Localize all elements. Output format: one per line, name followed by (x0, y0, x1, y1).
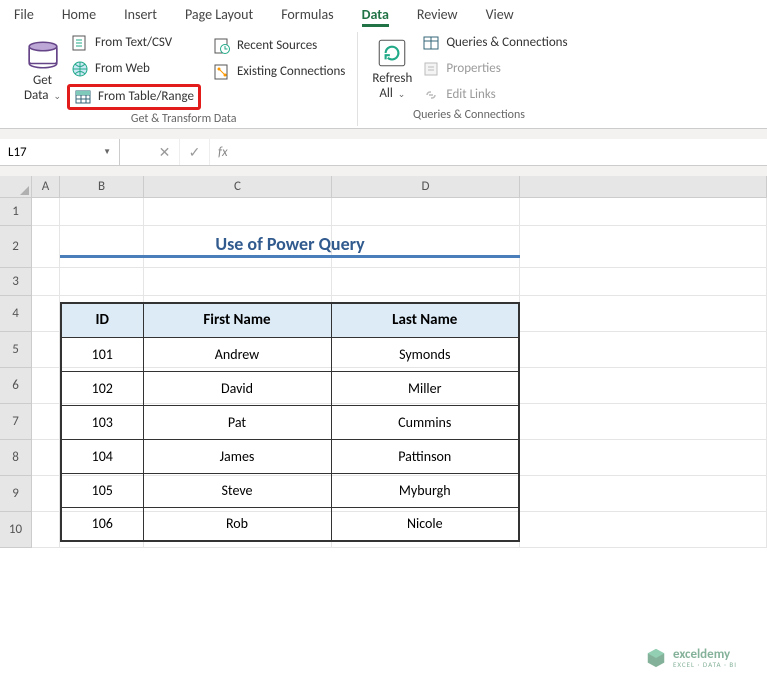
tab-view[interactable]: View (486, 6, 514, 23)
table-header: First Name (143, 303, 331, 337)
table-header: ID (61, 303, 143, 337)
table-cell: Myburgh (331, 473, 519, 507)
name-box-value: L17 (8, 145, 27, 160)
row-header[interactable]: 5 (0, 332, 32, 368)
tab-data[interactable]: Data (362, 6, 389, 23)
recent-icon (213, 37, 231, 55)
table-cell: Rob (143, 507, 331, 541)
table-cell: 106 (61, 507, 143, 541)
grid-area[interactable]: Use of Power Query IDFirst NameLast Name… (32, 198, 767, 548)
from-table-range-button[interactable]: From Table/Range (67, 84, 201, 110)
ribbon-group-queries: RefreshAll ⌄ Queries & Connections Prope… (358, 32, 579, 126)
table-cell: Andrew (143, 337, 331, 371)
col-header-blank (520, 176, 767, 198)
watermark-icon (645, 647, 667, 669)
table-cell: Cummins (331, 405, 519, 439)
table-cell: Pat (143, 405, 331, 439)
ribbon-group2-label: Queries & Connections (413, 108, 525, 122)
recent-sources-label: Recent Sources (237, 39, 317, 53)
properties-label: Properties (446, 62, 501, 76)
row-header[interactable]: 10 (0, 512, 32, 548)
table-cell: Pattinson (331, 439, 519, 473)
existing-connections-button[interactable]: Existing Connections (209, 61, 349, 83)
table-cell: Symonds (331, 337, 519, 371)
edit-links-label: Edit Links (446, 88, 495, 102)
queries-connections-button[interactable]: Queries & Connections (418, 32, 571, 54)
select-all-corner[interactable] (0, 176, 32, 198)
col-header-b[interactable]: B (60, 176, 144, 198)
table-cell: James (143, 439, 331, 473)
worksheet: A B C D 12345678910 Use of Power Query I… (0, 176, 767, 548)
tab-home[interactable]: Home (62, 6, 96, 23)
properties-button[interactable]: Properties (418, 58, 571, 80)
table-cell: Steve (143, 473, 331, 507)
from-web-label: From Web (95, 62, 150, 76)
cancel-formula-icon: ✕ (150, 139, 180, 165)
watermark-sub: EXCEL · DATA · BI (673, 661, 737, 668)
ribbon-group1-label: Get & Transform Data (131, 112, 237, 126)
row-header[interactable]: 1 (0, 198, 32, 226)
from-web-button[interactable]: From Web (67, 58, 201, 80)
name-box-dropdown-icon[interactable]: ▼ (103, 147, 111, 157)
queries-connections-label: Queries & Connections (446, 36, 567, 50)
row-header[interactable]: 6 (0, 368, 32, 404)
row-headers: 12345678910 (0, 198, 32, 548)
row-header[interactable]: 3 (0, 268, 32, 296)
text-file-icon (71, 34, 89, 52)
table-cell: 104 (61, 439, 143, 473)
confirm-formula-icon: ✓ (180, 139, 210, 165)
col-header-a[interactable]: A (32, 176, 60, 198)
column-headers: A B C D (0, 176, 767, 198)
database-cylinder-icon (26, 38, 60, 72)
refresh-all-button[interactable]: RefreshAll ⌄ (366, 34, 418, 104)
from-table-range-label: From Table/Range (98, 90, 194, 104)
tab-page-layout[interactable]: Page Layout (185, 6, 253, 23)
row-header[interactable]: 2 (0, 226, 32, 268)
tab-review[interactable]: Review (417, 6, 458, 23)
name-box[interactable]: L17 ▼ (0, 139, 120, 165)
table-cell: 102 (61, 371, 143, 405)
ribbon-tabs: File Home Insert Page Layout Formulas Da… (0, 0, 767, 26)
formula-input[interactable]: fx (210, 139, 767, 165)
tab-file[interactable]: File (14, 6, 34, 23)
links-icon (422, 86, 440, 104)
table-cell: David (143, 371, 331, 405)
fx-label: fx (218, 145, 228, 160)
row-header[interactable]: 8 (0, 440, 32, 476)
table-cell: 101 (61, 337, 143, 371)
globe-icon (71, 60, 89, 78)
row-header[interactable]: 7 (0, 404, 32, 440)
table-cell: Nicole (331, 507, 519, 541)
row-header[interactable]: 4 (0, 296, 32, 332)
table-icon (74, 88, 92, 106)
queries-icon (422, 34, 440, 52)
table-cell: 105 (61, 473, 143, 507)
data-table: IDFirst NameLast Name 101AndrewSymonds 10… (60, 302, 520, 542)
connections-icon (213, 63, 231, 81)
refresh-all-label: RefreshAll ⌄ (372, 72, 412, 102)
get-data-label: GetData ⌄ (24, 74, 61, 104)
table-cell: Miller (331, 371, 519, 405)
from-text-csv-button[interactable]: From Text/CSV (67, 32, 201, 54)
tab-formulas[interactable]: Formulas (281, 6, 333, 23)
edit-links-button[interactable]: Edit Links (418, 84, 571, 106)
watermark: exceldemyEXCEL · DATA · BI (645, 647, 737, 669)
row-header[interactable]: 9 (0, 476, 32, 512)
ribbon: GetData ⌄ From Text/CSV From Web From Ta… (0, 26, 767, 129)
title-cell: Use of Power Query (60, 233, 520, 258)
table-cell: 103 (61, 405, 143, 439)
from-text-csv-label: From Text/CSV (95, 36, 172, 50)
title-text: Use of Power Query (215, 233, 364, 255)
formula-bar: L17 ▼ ✕ ✓ fx (0, 139, 767, 166)
existing-connections-label: Existing Connections (237, 65, 345, 79)
col-header-c[interactable]: C (144, 176, 332, 198)
properties-icon (422, 60, 440, 78)
tab-insert[interactable]: Insert (124, 6, 157, 23)
table-header: Last Name (331, 303, 519, 337)
col-header-d[interactable]: D (332, 176, 520, 198)
refresh-icon (375, 36, 409, 70)
recent-sources-button[interactable]: Recent Sources (209, 35, 349, 57)
ribbon-group-get-transform: GetData ⌄ From Text/CSV From Web From Ta… (10, 32, 358, 126)
get-data-button[interactable]: GetData ⌄ (18, 36, 67, 106)
